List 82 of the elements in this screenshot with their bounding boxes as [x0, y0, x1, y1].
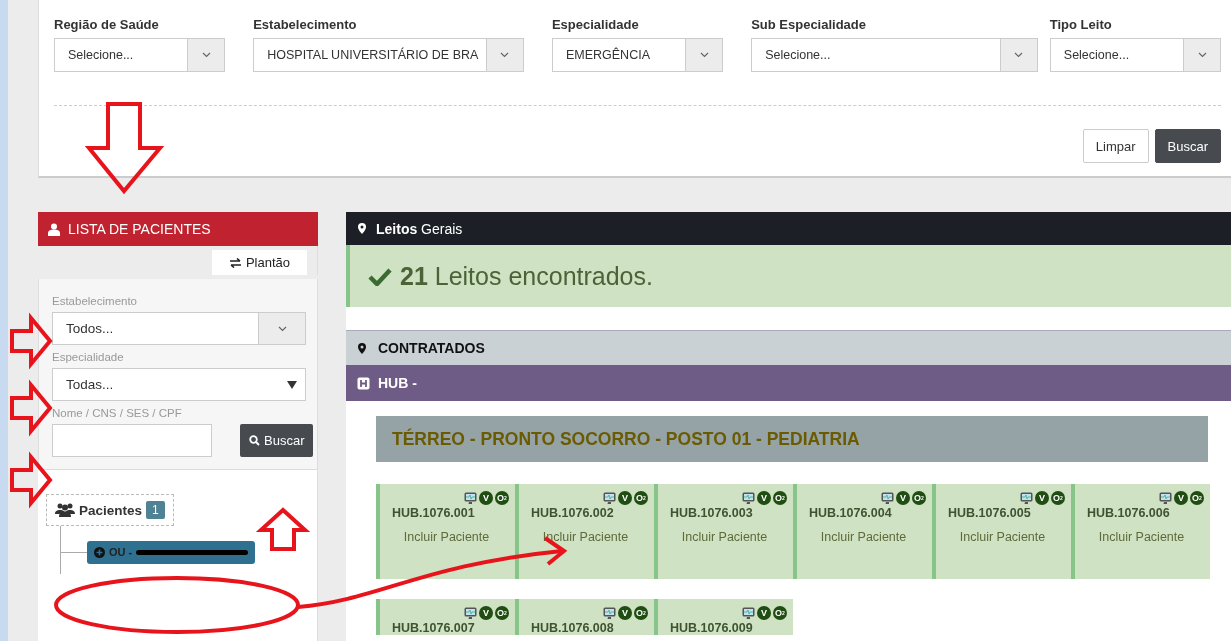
chevron-icon	[699, 52, 709, 58]
bed-code: HUB.1076.002	[531, 506, 615, 520]
monitor-icon	[1159, 491, 1172, 505]
bed-code: HUB.1076.005	[948, 506, 1032, 520]
input-field[interactable]	[52, 424, 212, 457]
select-field[interactable]: EMERGÊNCIA	[551, 38, 724, 72]
bed-code: HUB.1076.008	[531, 621, 615, 635]
alert-text: 21 Leitos encontrados.	[400, 261, 653, 291]
bed-code: HUB.1076.003	[670, 506, 754, 520]
add-patient-link[interactable]: Incluir Paciente	[948, 530, 1065, 544]
bed-code: HUB.1076.006	[1087, 506, 1171, 520]
add-patient-link[interactable]: Incluir Paciente	[1087, 530, 1204, 544]
equipment-tag: V	[618, 491, 632, 505]
search-button[interactable]: Buscar	[240, 424, 314, 457]
chevron-icon	[500, 52, 510, 58]
select-field[interactable]: HOSPITAL UNIVERSITÁRIO DE BRA	[253, 38, 524, 72]
chevron-icon	[201, 52, 211, 58]
monitor-icon	[603, 491, 616, 505]
monitor-icon	[1020, 491, 1033, 505]
add-patient-link[interactable]: Incluir Paciente	[392, 530, 509, 544]
filter-label: Região de Saúde	[54, 17, 160, 32]
equipment-tag: V	[618, 606, 632, 620]
monitor-icon	[742, 491, 755, 505]
unit-title: HUB -	[378, 375, 417, 391]
tree-label: Pacientes	[79, 502, 143, 518]
select-field[interactable]: Todas...	[52, 368, 306, 401]
field-label: Estabelecimento	[52, 295, 139, 307]
equipment-tag: V	[896, 491, 910, 505]
plus-circle-icon	[94, 546, 105, 558]
arrow-annotation	[10, 451, 53, 509]
panel-title: LISTA DE PACIENTES	[68, 221, 211, 237]
arrow-annotation	[10, 312, 53, 370]
bed-code: HUB.1076.009	[670, 621, 754, 635]
filter-label: Estabelecimento	[253, 17, 358, 32]
map-pin-icon	[358, 223, 366, 234]
equipment-tag: V	[1174, 491, 1188, 505]
triangle-icon	[287, 380, 297, 389]
search-icon	[249, 435, 260, 446]
search-button[interactable]: Buscar	[1154, 129, 1221, 163]
chevron-icon	[1014, 52, 1024, 58]
arrow-annotation	[10, 379, 53, 437]
monitor-icon	[464, 606, 477, 620]
group-title: CONTRATADOS	[378, 340, 485, 356]
clear-button[interactable]: Limpar	[1082, 129, 1149, 163]
select-field[interactable]: Selecione...	[54, 38, 226, 72]
filter-label: Especialidade	[551, 17, 640, 32]
monitor-icon	[881, 491, 894, 505]
filter-label: Tipo Leito	[1049, 17, 1113, 32]
monitor-icon	[742, 606, 755, 620]
filter-label: Sub Especialidade	[751, 17, 867, 32]
chevron-icon	[277, 325, 287, 332]
shift-tab[interactable]: Plantão	[212, 250, 307, 275]
users-icon	[55, 503, 75, 517]
select-field[interactable]: Selecione...	[1049, 38, 1221, 72]
user-icon	[48, 222, 60, 236]
equipment-tag: V	[757, 491, 771, 505]
equipment-tag: V	[479, 491, 493, 505]
check-icon	[368, 266, 392, 286]
equipment-tag: V	[1035, 491, 1049, 505]
select-field[interactable]: Selecione...	[751, 38, 1038, 72]
select-field[interactable]: Todos...	[52, 312, 306, 345]
equipment-tag: V	[757, 606, 771, 620]
bed-code: HUB.1076.007	[392, 621, 476, 635]
bed-code: HUB.1076.004	[809, 506, 893, 520]
add-patient-link[interactable]: Incluir Paciente	[670, 530, 787, 544]
add-patient-link[interactable]: Incluir Paciente	[531, 530, 648, 544]
swap-icon	[228, 257, 242, 268]
add-patient-link[interactable]: Incluir Paciente	[809, 530, 926, 544]
tree-root-node[interactable]: Pacientes 1	[46, 494, 174, 526]
equipment-tag: V	[479, 606, 493, 620]
monitor-icon	[464, 491, 477, 505]
panel-title: Leitos Gerais	[376, 220, 463, 237]
floor-title: TÉRREO - PRONTO SOCORRO - POSTO 01 - PEDIATRIA	[392, 428, 860, 450]
chevron-icon	[1197, 52, 1207, 58]
hospital-icon	[357, 376, 370, 390]
field-label: Nome / CNS / SES / CPF	[52, 407, 183, 419]
count-badge: 1	[146, 501, 165, 519]
map-pin-icon	[358, 342, 366, 354]
monitor-icon	[603, 606, 616, 620]
bed-code: HUB.1076.001	[392, 506, 476, 520]
field-label: Especialidade	[52, 351, 125, 363]
arrow-annotation	[255, 507, 311, 551]
